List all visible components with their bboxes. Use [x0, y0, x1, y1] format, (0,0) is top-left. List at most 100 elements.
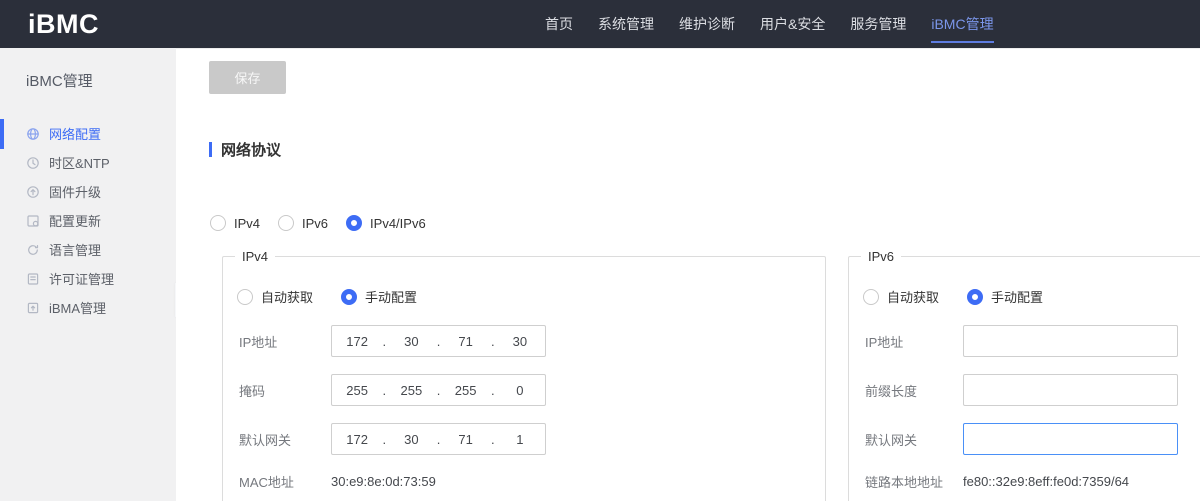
radio-icon-checked[interactable]	[346, 215, 362, 231]
ipv4-ip-row: IP地址 172 . 30 . 71 . 30	[239, 325, 825, 357]
ipv4-panel: IPv4 自动获取 手动配置 IP地址 172 . 30 . 71 . 30	[222, 256, 826, 501]
ipv4-gateway-label: 默认网关	[239, 430, 331, 449]
protocol-radio-group: IPv4 IPv6 IPv4/IPv6	[210, 215, 426, 231]
sidebar-item-label: 许可证管理	[49, 269, 114, 288]
ip-octet[interactable]: 30	[386, 334, 436, 349]
ipv6-panel-legend: IPv6	[861, 249, 901, 264]
sidebar-item-label: iBMA管理	[49, 298, 106, 317]
ip-octet[interactable]: 255	[332, 383, 382, 398]
ipv6-prefix-input[interactable]	[963, 374, 1178, 406]
ip-octet[interactable]: 71	[441, 432, 491, 447]
ipv4-mask-input[interactable]: 255 . 255 . 255 . 0	[331, 374, 546, 406]
sidebar-menu: 网络配置 时区&NTP 固件升级 配置更新 语言管理	[0, 119, 176, 322]
radio-option-ipv6-manual[interactable]: 手动配置	[967, 287, 1043, 306]
ipv6-ip-row: IP地址	[865, 325, 1200, 357]
ipv4-mac-value: 30:e9:8e:0d:73:59	[331, 474, 436, 489]
ip-octet[interactable]: 255	[441, 383, 491, 398]
ipv4-mask-label: 掩码	[239, 381, 331, 400]
ipv4-mode-radio-group: 自动获取 手动配置	[237, 287, 825, 306]
ipv4-ip-input[interactable]: 172 . 30 . 71 . 30	[331, 325, 546, 357]
ipv6-mode-radio-group: 自动获取 手动配置	[863, 287, 1200, 306]
sidebar-item-label: 时区&NTP	[49, 153, 110, 172]
nav-item-system[interactable]: 系统管理	[598, 0, 654, 48]
radio-option-ipv6[interactable]: IPv6	[278, 215, 328, 231]
ip-octet[interactable]: 30	[386, 432, 436, 447]
firmware-upgrade-icon	[26, 185, 40, 199]
license-icon	[26, 272, 40, 286]
globe-icon	[26, 127, 40, 141]
ipv6-panel: IPv6 自动获取 手动配置 IP地址 前缀长度 默认网关 链路本地地址	[848, 256, 1200, 501]
ip-octet[interactable]: 172	[332, 334, 382, 349]
section-title: 网络协议	[221, 139, 281, 160]
nav-item-user-security[interactable]: 用户&安全	[760, 0, 825, 48]
ipv6-gateway-input[interactable]	[963, 423, 1178, 455]
radio-option-ipv4-auto[interactable]: 自动获取	[237, 287, 313, 306]
ip-octet[interactable]: 255	[386, 383, 436, 398]
ip-octet[interactable]: 1	[495, 432, 545, 447]
sidebar-title: iBMC管理	[0, 48, 176, 91]
save-button[interactable]: 保存	[209, 61, 286, 94]
ipv4-ip-label: IP地址	[239, 332, 331, 351]
radio-option-ipv4-ipv6[interactable]: IPv4/IPv6	[346, 215, 426, 231]
ibma-icon	[26, 301, 40, 315]
ipv6-link-local-value: fe80::32e9:8eff:fe0d:7359/64	[963, 474, 1129, 489]
nav-item-ibmc-management[interactable]: iBMC管理	[931, 0, 993, 48]
ipv6-ip-input[interactable]	[963, 325, 1178, 357]
section-header: 网络协议	[209, 139, 281, 160]
ipv6-link-local-label: 链路本地地址	[865, 472, 963, 491]
sidebar-item-label: 网络配置	[49, 124, 101, 143]
ipv6-link-local-row: 链路本地地址 fe80::32e9:8eff:fe0d:7359/64	[865, 472, 1200, 491]
radio-label: 手动配置	[365, 287, 417, 306]
sidebar-item-config-update[interactable]: 配置更新	[0, 206, 176, 235]
radio-icon-checked[interactable]	[341, 289, 357, 305]
radio-icon[interactable]	[237, 289, 253, 305]
nav-item-service[interactable]: 服务管理	[850, 0, 906, 48]
config-update-icon	[26, 214, 40, 228]
sidebar-item-timezone-ntp[interactable]: 时区&NTP	[0, 148, 176, 177]
radio-option-ipv4-manual[interactable]: 手动配置	[341, 287, 417, 306]
sidebar-item-language[interactable]: 语言管理	[0, 235, 176, 264]
ipv4-mac-row: MAC地址 30:e9:8e:0d:73:59	[239, 472, 825, 491]
radio-icon-checked[interactable]	[967, 289, 983, 305]
ipv4-gateway-row: 默认网关 172 . 30 . 71 . 1	[239, 423, 825, 455]
language-icon	[26, 243, 40, 257]
clock-icon	[26, 156, 40, 170]
nav-item-home[interactable]: 首页	[545, 0, 573, 48]
ipv6-gateway-label: 默认网关	[865, 430, 963, 449]
top-navbar: iBMC 首页 系统管理 维护诊断 用户&安全 服务管理 iBMC管理	[0, 0, 1200, 48]
sidebar-item-firmware-upgrade[interactable]: 固件升级	[0, 177, 176, 206]
sidebar-item-network-config[interactable]: 网络配置	[0, 119, 176, 148]
sidebar-item-label: 语言管理	[49, 240, 101, 259]
ipv4-mac-label: MAC地址	[239, 472, 331, 491]
ibmc-logo: iBMC	[28, 9, 99, 40]
sidebar-item-label: 配置更新	[49, 211, 101, 230]
section-accent-bar	[209, 142, 212, 157]
radio-option-ipv4[interactable]: IPv4	[210, 215, 260, 231]
nav-item-maintenance[interactable]: 维护诊断	[679, 0, 735, 48]
ipv4-panel-legend: IPv4	[235, 249, 275, 264]
main-content: 保存 网络协议 IPv4 IPv6 IPv4/IPv6 IPv4 自动获取	[176, 48, 1200, 501]
radio-label: IPv6	[302, 216, 328, 231]
ipv6-prefix-row: 前缀长度	[865, 374, 1200, 406]
radio-option-ipv6-auto[interactable]: 自动获取	[863, 287, 939, 306]
sidebar-item-ibma[interactable]: iBMA管理	[0, 293, 176, 322]
ipv4-gateway-input[interactable]: 172 . 30 . 71 . 1	[331, 423, 546, 455]
ip-octet[interactable]: 0	[495, 383, 545, 398]
radio-icon[interactable]	[278, 215, 294, 231]
ip-octet[interactable]: 71	[441, 334, 491, 349]
radio-label: IPv4/IPv6	[370, 216, 426, 231]
sidebar: iBMC管理 网络配置 时区&NTP 固件升级 配置更新	[0, 48, 176, 501]
radio-label: 自动获取	[261, 287, 313, 306]
ipv4-mask-row: 掩码 255 . 255 . 255 . 0	[239, 374, 825, 406]
sidebar-item-label: 固件升级	[49, 182, 101, 201]
radio-label: IPv4	[234, 216, 260, 231]
ip-octet[interactable]: 30	[495, 334, 545, 349]
ipv6-prefix-label: 前缀长度	[865, 381, 963, 400]
ipv6-gateway-row: 默认网关	[865, 423, 1200, 455]
sidebar-item-license[interactable]: 许可证管理	[0, 264, 176, 293]
top-nav-menu: 首页 系统管理 维护诊断 用户&安全 服务管理 iBMC管理	[545, 0, 994, 48]
ip-octet[interactable]: 172	[332, 432, 382, 447]
radio-label: 手动配置	[991, 287, 1043, 306]
radio-icon[interactable]	[863, 289, 879, 305]
radio-icon[interactable]	[210, 215, 226, 231]
